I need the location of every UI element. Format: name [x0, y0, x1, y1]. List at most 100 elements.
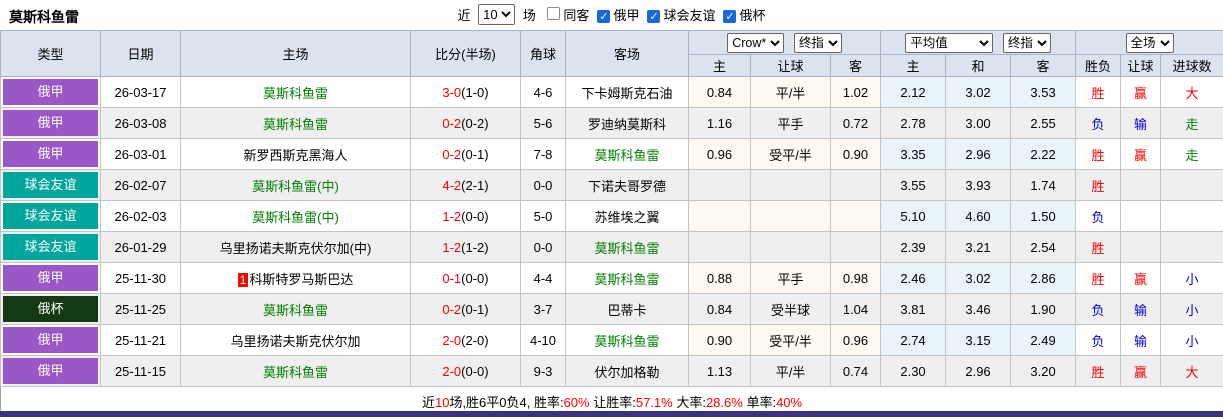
score: 0-2(0-2) — [410, 107, 521, 139]
result-winlose: 负 — [1075, 200, 1122, 232]
match-row: 俄甲 26-03-08 莫斯科鱼雷 0-2(0-2) 5-6 罗迪纳莫斯科 1.16 平手 0.… — [0, 107, 1223, 139]
odds-away — [829, 200, 882, 232]
result-goals — [1160, 231, 1223, 263]
col-header-home: 主场 — [180, 30, 411, 77]
league-badge: 俄杯 — [0, 293, 101, 325]
away-team: 罗迪纳莫斯科 — [565, 107, 689, 139]
home-team: 乌里扬诺夫斯克伏尔加(中) — [180, 231, 411, 263]
matches-table: 类型 日期 主场 比分(半场) 角球 客场 Crow* 终指 平均值 终指 全场… — [0, 30, 1223, 416]
home-team: 莫斯科鱼雷 — [180, 293, 411, 325]
result-winlose: 负 — [1075, 293, 1122, 325]
match-date: 25-11-30 — [100, 262, 181, 294]
match-row: 俄杯 25-11-25 莫斯科鱼雷 0-2(0-1) 3-7 巴蒂卡 0.84 受半球 1.04… — [0, 293, 1223, 325]
result-handicap: 赢 — [1120, 138, 1162, 170]
avg-away: 3.53 — [1010, 76, 1077, 108]
home-team: 1 科斯特罗马斯巴达 — [180, 262, 411, 294]
match-date: 26-02-03 — [100, 200, 181, 232]
odds-away: 1.04 — [829, 293, 882, 325]
filter-checkbox-1[interactable]: ✓ — [597, 10, 611, 23]
avg-source-select[interactable]: 平均值 — [905, 32, 994, 53]
filter-checkbox-label-1: 俄甲 — [613, 8, 640, 23]
odds-line: 平/半 — [750, 76, 831, 108]
avg-away: 2.55 — [1010, 107, 1077, 139]
score: 0-2(0-1) — [410, 293, 521, 325]
scope-select-cell: 全场 — [1075, 30, 1223, 55]
home-team: 莫斯科鱼雷 — [180, 355, 411, 387]
sub-header-avg-draw: 和 — [945, 54, 1012, 77]
score: 3-0(1-0) — [410, 76, 521, 108]
odds-home: 0.88 — [688, 262, 751, 294]
avg-home: 2.46 — [880, 262, 947, 294]
filter-checkbox-2[interactable]: ✓ — [647, 10, 661, 23]
sub-header-odds-away: 客 — [829, 54, 882, 77]
result-goals: 大 — [1160, 355, 1223, 387]
sub-header-result-wl: 胜负 — [1075, 54, 1122, 77]
match-date: 26-03-17 — [100, 76, 181, 108]
match-date: 26-03-01 — [100, 138, 181, 170]
match-row: 俄甲 26-03-17 莫斯科鱼雷 3-0(1-0) 4-6 下卡姆斯克石油 0.84 平/半… — [0, 76, 1223, 108]
result-handicap: 赢 — [1120, 262, 1162, 294]
recent-count-select[interactable]: 10 — [478, 4, 516, 25]
avg-away: 1.74 — [1010, 169, 1077, 201]
avg-away: 1.90 — [1010, 293, 1077, 325]
match-date: 25-11-21 — [100, 324, 181, 356]
away-team: 莫斯科鱼雷 — [565, 324, 689, 356]
result-goals: 大 — [1160, 76, 1223, 108]
corner-count: 4-6 — [520, 76, 566, 108]
odds-away — [829, 169, 882, 201]
sub-header-odds-line: 让球 — [750, 54, 831, 77]
col-header-type: 类型 — [0, 30, 101, 77]
bottom-accent-bar — [0, 411, 1223, 417]
away-team: 莫斯科鱼雷 — [565, 138, 689, 170]
match-row: 球会友谊 26-02-07 莫斯科鱼雷(中) 4-2(2-1) 0-0 下诺夫哥罗德 3.5… — [0, 169, 1223, 201]
avg-home: 3.55 — [880, 169, 947, 201]
odds-home — [688, 169, 751, 201]
home-team: 莫斯科鱼雷(中) — [180, 169, 411, 201]
result-goals: 小 — [1160, 262, 1223, 294]
avg-home: 3.81 — [880, 293, 947, 325]
avg-home: 5.10 — [880, 200, 947, 232]
league-badge: 俄甲 — [0, 76, 101, 108]
odds-home: 0.96 — [688, 138, 751, 170]
result-winlose: 胜 — [1075, 355, 1122, 387]
score: 2-0(0-0) — [410, 355, 521, 387]
odds-stage-select[interactable]: 终指 — [793, 32, 842, 53]
home-team: 莫斯科鱼雷 — [180, 76, 411, 108]
top-bar: 莫斯科鱼雷 近 10 场 同客 ✓ 俄甲 ✓ 球会友谊 ✓ 俄杯 — [0, 0, 1223, 30]
match-date: 26-01-29 — [100, 231, 181, 263]
result-goals: 小 — [1160, 293, 1223, 325]
filter-checkbox-3[interactable]: ✓ — [723, 10, 737, 23]
result-handicap: 输 — [1120, 293, 1162, 325]
col-header-score: 比分(半场) — [410, 30, 521, 77]
odds-source-select[interactable]: Crow* — [727, 32, 785, 53]
score: 1-2(0-0) — [410, 200, 521, 232]
league-badge: 俄甲 — [0, 324, 101, 356]
away-team: 苏维埃之翼 — [565, 200, 689, 232]
avg-away: 2.86 — [1010, 262, 1077, 294]
avg-home: 3.35 — [880, 138, 947, 170]
odds-home — [688, 200, 751, 232]
scope-select[interactable]: 全场 — [1125, 32, 1174, 53]
filter-checkbox-0[interactable] — [547, 7, 561, 20]
result-winlose: 胜 — [1075, 169, 1122, 201]
avg-away: 2.54 — [1010, 231, 1077, 263]
corner-count: 3-7 — [520, 293, 566, 325]
result-goals: 走 — [1160, 138, 1223, 170]
odds-away: 0.96 — [829, 324, 882, 356]
match-date: 25-11-15 — [100, 355, 181, 387]
odds-home: 1.16 — [688, 107, 751, 139]
league-badge: 球会友谊 — [0, 231, 101, 263]
corner-count: 9-3 — [520, 355, 566, 387]
corner-count: 7-8 — [520, 138, 566, 170]
result-goals — [1160, 200, 1223, 232]
odds-line: 受平/半 — [750, 138, 831, 170]
col-header-away: 客场 — [565, 30, 689, 77]
score: 1-2(1-2) — [410, 231, 521, 263]
home-team: 新罗西斯克黑海人 — [180, 138, 411, 170]
filter-checkbox-label-0: 同客 — [563, 8, 590, 23]
avg-stage-select[interactable]: 终指 — [1002, 32, 1051, 53]
result-winlose: 负 — [1075, 107, 1122, 139]
match-date: 25-11-25 — [100, 293, 181, 325]
odds-line — [750, 231, 831, 263]
corner-count: 0-0 — [520, 231, 566, 263]
